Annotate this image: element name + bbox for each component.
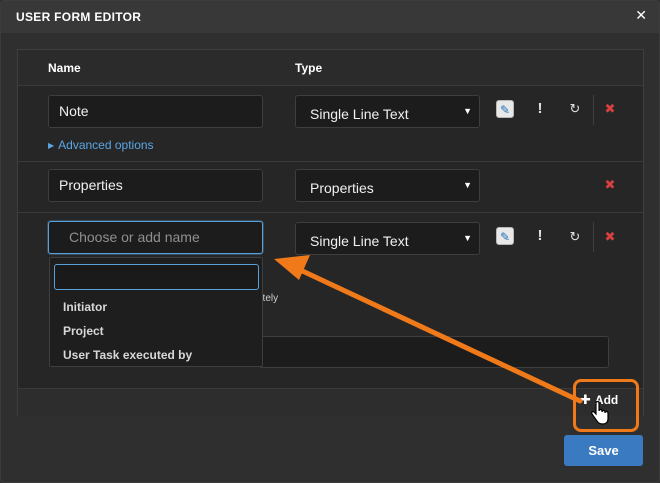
row-divider bbox=[18, 212, 643, 213]
delete-icon[interactable]: ✖ bbox=[600, 175, 620, 195]
chevron-down-icon: ▼ bbox=[463, 180, 472, 190]
name-field-placeholder: Choose or add name bbox=[69, 229, 200, 245]
hand-cursor-icon bbox=[591, 401, 609, 425]
delete-icon[interactable]: ✖ bbox=[600, 227, 620, 247]
title-bar: USER FORM EDITOR ✕ bbox=[1, 1, 659, 33]
type-select-value: Single Line Text bbox=[310, 106, 409, 122]
column-header-type: Type bbox=[295, 61, 323, 75]
advanced-options-link[interactable]: ▶ Advanced options bbox=[48, 138, 154, 152]
dropdown-option[interactable]: Project bbox=[63, 324, 104, 338]
save-button[interactable]: Save bbox=[564, 435, 643, 466]
chevron-down-icon: ▼ bbox=[463, 233, 472, 243]
dropdown-search-input[interactable] bbox=[54, 264, 259, 290]
table-header: Name Type bbox=[18, 50, 643, 86]
edit-icon[interactable]: ✎ bbox=[496, 227, 514, 245]
required-icon[interactable]: ! bbox=[530, 99, 550, 119]
type-select-value: Single Line Text bbox=[310, 233, 409, 249]
divider bbox=[593, 222, 594, 252]
delete-icon[interactable]: ✖ bbox=[600, 99, 620, 119]
required-icon[interactable]: ! bbox=[530, 226, 550, 246]
type-select-value: Properties bbox=[310, 180, 374, 196]
advanced-options-label: Advanced options bbox=[58, 138, 154, 152]
type-select-new[interactable]: Single Line Text ▼ bbox=[295, 222, 480, 255]
obscured-input[interactable] bbox=[259, 336, 609, 368]
chevron-down-icon: ▼ bbox=[463, 106, 472, 116]
refresh-icon[interactable]: ↻ bbox=[565, 99, 585, 119]
name-field-note[interactable]: Note bbox=[48, 95, 263, 128]
dropdown-option[interactable]: User Task executed by bbox=[63, 348, 192, 362]
divider bbox=[593, 95, 594, 125]
type-select-note[interactable]: Single Line Text ▼ bbox=[295, 95, 480, 128]
name-dropdown: Initiator Project User Task executed by bbox=[49, 257, 263, 367]
dialog-title: USER FORM EDITOR bbox=[16, 10, 142, 24]
dropdown-option[interactable]: Initiator bbox=[63, 300, 107, 314]
user-form-editor-dialog: USER FORM EDITOR ✕ Name Type Note Single… bbox=[0, 0, 660, 483]
caret-right-icon: ▶ bbox=[48, 141, 55, 150]
name-field-new[interactable]: Choose or add name bbox=[48, 221, 263, 254]
type-select-properties[interactable]: Properties ▼ bbox=[295, 169, 480, 202]
name-field-properties[interactable]: Properties bbox=[48, 169, 263, 202]
column-header-name: Name bbox=[48, 61, 81, 75]
refresh-icon[interactable]: ↻ bbox=[565, 227, 585, 247]
edit-icon[interactable]: ✎ bbox=[496, 100, 514, 118]
panel-footer-bar bbox=[18, 388, 643, 416]
close-icon[interactable]: ✕ bbox=[635, 7, 647, 24]
row-divider bbox=[18, 161, 643, 162]
